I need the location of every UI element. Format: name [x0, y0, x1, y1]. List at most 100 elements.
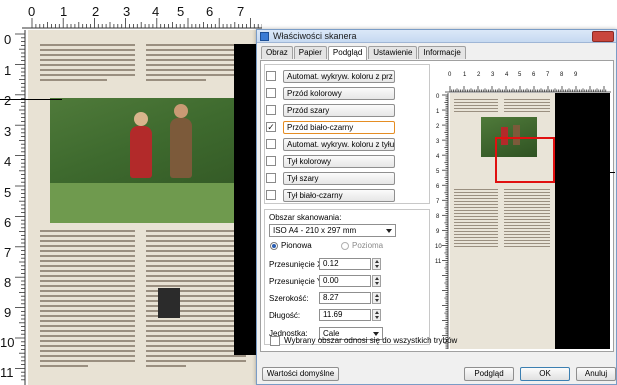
screenshot-stage: 0 1 2 3 4 5 6 7 0 1 2 3 4 5 6 7 8 9 10 1… [0, 0, 617, 385]
image-type-checkbox[interactable] [266, 173, 276, 183]
preview-ruler-label: 1 [463, 72, 467, 78]
landscape-label: Pozioma [352, 241, 384, 250]
length-spinner[interactable] [372, 309, 381, 321]
large-ruler-ticks-v [15, 30, 26, 385]
ruler-label: 2 [92, 4, 100, 19]
image-type-button[interactable]: Przód kolorowy [283, 87, 395, 100]
offset-y-input[interactable]: 0.00 [319, 275, 371, 287]
offset-x-input[interactable]: 0.12 [319, 258, 371, 270]
large-preview-area: 0 1 2 3 4 5 6 7 0 1 2 3 4 5 6 7 8 9 10 1… [0, 0, 271, 385]
width-input[interactable]: 8.27 [319, 292, 371, 304]
preview-horizontal-ruler: 0 1 2 3 4 5 6 7 8 9 [445, 71, 611, 93]
scanner-icon [260, 32, 269, 41]
preview-ruler-label: 7 [436, 199, 440, 205]
chevron-down-icon [386, 229, 392, 233]
image-type-checkbox[interactable] [266, 71, 276, 81]
portrait-radio[interactable] [270, 242, 278, 250]
image-type-button[interactable]: Przód szary [283, 104, 395, 117]
cancel-button[interactable]: Anuluj [576, 367, 616, 381]
callout-line [0, 99, 62, 100]
preview-ruler-label: 7 [546, 72, 550, 78]
text-column [454, 189, 498, 249]
preview-ruler-label: 2 [477, 72, 481, 78]
image-type-button-selected[interactable]: Przód biało-czarny [283, 121, 395, 134]
dialog-titlebar[interactable]: Właściwości skanera [257, 30, 616, 43]
preview-ruler-label: 9 [436, 229, 440, 235]
preview-button[interactable]: Podgląd [464, 367, 514, 381]
apply-all-modes-label: Wybrany obszar odnosi się do wszystkich … [284, 336, 458, 345]
image-type-checkbox[interactable] [266, 156, 276, 166]
width-spinner[interactable] [372, 292, 381, 304]
ruler-label: 6 [4, 215, 12, 230]
preview-ruler-label: 8 [560, 72, 564, 78]
scan-area-value: ISO A4 - 210 x 297 mm [273, 226, 357, 235]
ruler-label: 0 [4, 32, 12, 47]
image-type-checkbox-checked[interactable]: ✓ [266, 122, 276, 132]
offset-y-spinner[interactable] [372, 275, 381, 287]
preview-ruler-label: 4 [436, 154, 440, 160]
text-column [454, 99, 498, 114]
preview-ruler-label: 6 [436, 184, 440, 190]
image-type-button[interactable]: Tył kolorowy [283, 155, 395, 168]
scan-area-label: Obszar skanowania: [269, 213, 342, 222]
preview-ruler-ticks-v [442, 93, 449, 350]
dialog-title: Właściwości skanera [273, 31, 357, 41]
tab-paper[interactable]: Papier [293, 46, 327, 59]
image-type-button[interactable]: Tył szary [283, 172, 395, 185]
image-type-button[interactable]: Tył biało-czarny [283, 189, 395, 202]
length-label: Długość: [269, 311, 301, 320]
preview-ruler-label: 8 [436, 214, 440, 220]
ruler-label: 1 [4, 63, 12, 78]
length-input[interactable]: 11.69 [319, 309, 371, 321]
scanner-properties-dialog: Właściwości skanera Obraz Papier Podgląd… [256, 29, 617, 385]
scan-area-selection-box[interactable] [495, 137, 555, 183]
offset-y-label: Przesunięcie Y: [269, 277, 324, 286]
defaults-button[interactable]: Wartości domyślne [262, 367, 339, 381]
ruler-label: 5 [177, 4, 185, 19]
landscape-radio[interactable] [341, 242, 349, 250]
ruler-label: 4 [4, 154, 12, 169]
image-type-checkbox[interactable] [266, 105, 276, 115]
image-type-checkbox[interactable] [266, 139, 276, 149]
offset-x-label: Przesunięcie X: [269, 260, 325, 269]
ruler-label: 6 [206, 4, 214, 19]
ruler-label: 7 [237, 4, 245, 19]
preview-ruler-label: 0 [448, 72, 452, 78]
preview-ruler-label: 5 [518, 72, 522, 78]
image-type-button[interactable]: Automat. wykryw. koloru z prz [283, 70, 395, 83]
preview-area[interactable]: 0 1 2 3 4 5 6 7 8 9 0 1 2 3 4 5 6 7 8 9 … [435, 71, 615, 350]
preview-tab-panel: Automat. wykryw. koloru z prz Przód kolo… [260, 60, 615, 352]
text-column [146, 44, 246, 84]
preview-ruler-label: 1 [436, 109, 440, 115]
preview-ruler-label: 2 [436, 124, 440, 130]
preview-vertical-ruler: 0 1 2 3 4 5 6 7 8 9 10 11 [435, 93, 449, 350]
text-column [40, 44, 135, 84]
image-type-button[interactable]: Automat. wykryw. koloru z tyłu [283, 138, 395, 151]
offset-x-spinner[interactable] [372, 258, 381, 270]
preview-ruler-label: 3 [436, 139, 440, 145]
drop-cap [158, 288, 180, 318]
ruler-label: 1 [60, 4, 68, 19]
preview-ruler-label: 9 [574, 72, 578, 78]
tab-preview[interactable]: Podgląd [327, 46, 368, 60]
tab-information[interactable]: Informacje [418, 46, 466, 59]
portrait-label: Pionowa [281, 241, 312, 250]
ruler-label: 9 [4, 305, 12, 320]
ruler-label: 4 [152, 4, 160, 19]
tab-image[interactable]: Obraz [261, 46, 293, 59]
scan-area-select[interactable]: ISO A4 - 210 x 297 mm [269, 224, 396, 237]
apply-all-modes-checkbox[interactable] [270, 336, 280, 346]
ruler-label: 11 [0, 365, 14, 380]
image-type-checkbox[interactable] [266, 88, 276, 98]
preview-ruler-label: 6 [532, 72, 536, 78]
preview-ruler-label: 3 [491, 72, 495, 78]
scanned-page-image [28, 30, 262, 385]
ruler-label: 7 [4, 245, 12, 260]
ok-button[interactable]: OK [520, 367, 570, 381]
callout-line [555, 172, 615, 173]
image-type-checkbox[interactable] [266, 190, 276, 200]
tab-settings[interactable]: Ustawienie [368, 46, 418, 59]
tab-strip: Obraz Papier Podgląd Ustawienie Informac… [261, 46, 467, 60]
close-button[interactable] [592, 31, 614, 42]
ruler-label: 2 [4, 93, 12, 108]
